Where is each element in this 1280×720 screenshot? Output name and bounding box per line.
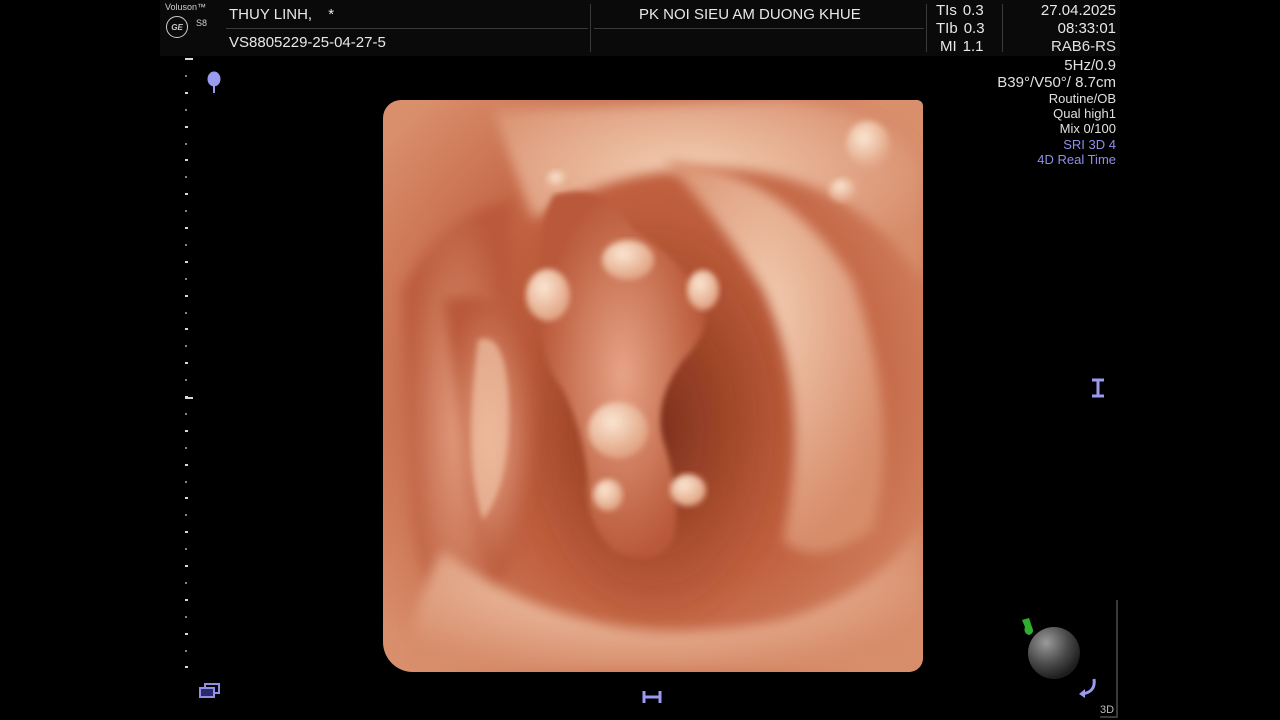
ruler-tick-minor: [185, 312, 187, 314]
ruler-tick-minor: [185, 616, 187, 618]
ruler-tick: [185, 92, 188, 94]
ruler-tick: [185, 531, 188, 533]
ruler-tick: [185, 666, 188, 668]
3d-render-volume[interactable]: [383, 100, 923, 672]
ruler-tick: [185, 227, 188, 229]
patient-name-text: THUY LINH,: [229, 6, 313, 23]
light-source-icon[interactable]: [1019, 615, 1043, 639]
ruler-tick-major: [185, 58, 193, 60]
clinic-name: PK NOI SIEU AM DUONG KHUE: [639, 6, 861, 23]
brand-model: S8: [196, 18, 208, 28]
quality-setting: Qual high1: [1053, 106, 1116, 122]
ruler-tick: [185, 633, 188, 635]
probe-name: RAB6-RS: [1050, 38, 1116, 55]
brand-name: Voluson™: [165, 2, 207, 12]
ruler-tick-minor: [185, 75, 187, 77]
header-divider: [594, 28, 924, 29]
ruler-tick-minor: [185, 650, 187, 652]
scan-mode: 4D Real Time: [1037, 151, 1116, 167]
ruler-tick-minor: [185, 548, 187, 550]
ruler-tick: [185, 497, 188, 499]
ruler-tick-minor: [185, 278, 187, 280]
preset-name: Routine/OB: [1048, 91, 1116, 106]
ruler-tick-minor: [185, 582, 187, 584]
ruler-tick-minor: [185, 143, 187, 145]
ge-logo-icon: GE: [166, 16, 188, 38]
ruler-tick: [185, 328, 188, 330]
brand-logo: Voluson™ GE S8: [160, 0, 224, 56]
curve-arrow-icon[interactable]: [1076, 676, 1102, 700]
ruler-tick-minor: [185, 379, 187, 381]
ge-logo-text: GE: [171, 22, 183, 32]
param-tib-value: 0.3: [963, 20, 985, 37]
header-divider: [226, 28, 588, 29]
ruler-tick: [185, 159, 188, 161]
ruler-tick: [185, 565, 188, 567]
param-mi-value: 1.1: [962, 38, 984, 55]
ruler-tick: [185, 193, 188, 195]
exam-time: 08:33:01: [1057, 20, 1116, 37]
layout-window-icon[interactable]: [199, 683, 221, 699]
volume-angles: B39°/V50°/ 8.7cm: [997, 74, 1116, 91]
ruler-tick-minor: [185, 345, 187, 347]
ruler-tick-minor: [185, 447, 187, 449]
header-divider: [590, 4, 591, 52]
datetime: 27.04.2025 08:33:01: [1041, 2, 1116, 38]
orientation-frame: [1116, 600, 1118, 718]
fetus-render: [383, 100, 923, 672]
ruler-tick: [185, 464, 188, 466]
mix-setting: Mix 0/100: [1059, 121, 1116, 137]
ruler-tick: [185, 126, 188, 128]
param-tis-label: TIs: [936, 2, 957, 19]
probe-frequency: 5Hz/0.9: [1064, 57, 1116, 74]
sri-setting: SRI 3D 4: [1063, 136, 1116, 152]
ruler-tick: [185, 430, 188, 432]
param-mi-label: MI: [940, 38, 957, 55]
orientation-frame: [1100, 716, 1118, 718]
ruler-tick-major: [185, 397, 193, 399]
ruler-tick-minor: [185, 481, 187, 483]
exam-date: 27.04.2025: [1040, 2, 1116, 19]
ruler-tick: [185, 295, 188, 297]
param-tis-value: 0.3: [962, 2, 984, 19]
bracket-horizontal-icon[interactable]: [641, 688, 663, 706]
view-label: 3D: [1100, 704, 1115, 716]
param-mi: MI 1.1: [940, 38, 984, 55]
patient-flag: *: [328, 6, 335, 23]
ruler-tick: [185, 362, 188, 364]
ruler-tick-minor: [185, 109, 187, 111]
param-tis: TIs 0.3: [936, 2, 984, 19]
ruler-tick-minor: [185, 514, 187, 516]
param-tib-label: TIb: [936, 20, 958, 37]
ruler-tick: [185, 261, 188, 263]
patient-name: THUY LINH, *: [229, 6, 334, 23]
patient-id: VS8805229-25-04-27-5: [229, 34, 386, 51]
focus-pin-icon[interactable]: [205, 70, 223, 96]
ruler-tick-minor: [185, 244, 187, 246]
ultrasound-screen: Voluson™ GE S8 THUY LINH, * VS8805229-25…: [0, 0, 1280, 720]
param-tib: TIb 0.3: [936, 20, 985, 37]
ruler-tick-minor: [185, 176, 187, 178]
ruler-tick: [185, 599, 188, 601]
bracket-vertical-icon[interactable]: [1089, 377, 1107, 399]
ruler-tick-minor: [185, 210, 187, 212]
header-divider: [926, 4, 927, 52]
probe-info-panel: RAB6-RS 5Hz/0.9 B39°/V50°/ 8.7cm Routine…: [997, 38, 1116, 167]
ruler-tick-minor: [185, 413, 187, 415]
